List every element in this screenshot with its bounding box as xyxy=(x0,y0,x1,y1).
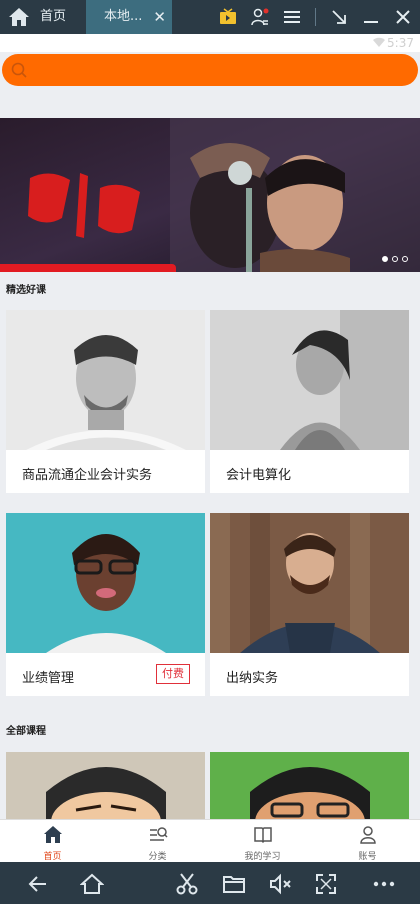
tab-label: 首页 xyxy=(43,852,62,862)
search-icon xyxy=(11,62,27,78)
tv-icon[interactable] xyxy=(219,8,237,26)
status-bar: 5:37 xyxy=(0,34,420,52)
search-bar[interactable] xyxy=(2,54,418,86)
shrink-icon[interactable] xyxy=(330,8,348,26)
fullscreen-icon[interactable] xyxy=(314,872,338,896)
emulator-tab-home[interactable]: 首页 xyxy=(40,0,66,34)
paid-badge: 付费 xyxy=(156,664,190,684)
emulator-tab-label: 本地... xyxy=(104,9,143,24)
course-thumbnail xyxy=(210,310,409,450)
wifi-icon xyxy=(373,37,385,47)
folder-icon[interactable] xyxy=(222,872,246,896)
back-icon[interactable] xyxy=(26,872,50,896)
course-card[interactable]: 业绩管理 付费 xyxy=(6,513,205,696)
course-card[interactable]: 出纳实务 xyxy=(210,513,409,696)
emulator-tab-local[interactable]: 本地... ✕ xyxy=(86,0,172,34)
tab-home[interactable]: 首页 xyxy=(0,820,105,862)
menu-icon[interactable] xyxy=(283,8,301,26)
banner-pager xyxy=(382,256,408,262)
home-icon xyxy=(43,826,62,843)
toolbar-divider xyxy=(315,8,316,26)
course-title: 出纳实务 xyxy=(226,671,279,686)
course-card[interactable]: 商品流通企业会计实务 xyxy=(6,310,205,493)
pager-dot[interactable] xyxy=(402,256,408,262)
course-thumbnail xyxy=(6,752,205,852)
bottom-tab-bar: 首页 分类 我的学习 账号 xyxy=(0,819,420,862)
category-icon xyxy=(149,827,168,841)
tab-account[interactable]: 账号 xyxy=(315,820,420,862)
section-title-featured: 精选好课 xyxy=(6,285,46,296)
promo-banner[interactable] xyxy=(0,118,420,272)
tab-label: 分类 xyxy=(148,852,167,862)
emulator-nav-bar xyxy=(0,862,420,904)
course-card[interactable] xyxy=(210,752,409,852)
close-window-icon[interactable] xyxy=(394,8,412,26)
banner-caption-ribbon xyxy=(0,264,176,272)
phone-screen: 5:37 精选好课 商品流通企业会计实务 会计电算化 业绩管理 付费 出纳实务 … xyxy=(0,34,420,862)
tab-category[interactable]: 分类 xyxy=(105,820,210,862)
course-title: 商品流通企业会计实务 xyxy=(22,468,153,483)
course-thumbnail xyxy=(210,513,409,653)
course-card[interactable] xyxy=(6,752,205,852)
close-icon[interactable]: ✕ xyxy=(153,0,166,34)
pager-dot[interactable] xyxy=(392,256,398,262)
book-icon xyxy=(253,827,272,844)
user-settings-icon[interactable] xyxy=(251,8,269,26)
banner-image xyxy=(0,118,420,272)
tab-my-learning[interactable]: 我的学习 xyxy=(210,820,315,862)
more-icon[interactable] xyxy=(372,872,396,896)
minimize-icon[interactable] xyxy=(362,8,380,26)
pager-dot[interactable] xyxy=(382,256,388,262)
tab-label: 账号 xyxy=(358,852,377,862)
home-nav-icon[interactable] xyxy=(80,872,104,896)
emulator-title-bar: 首页 本地... ✕ xyxy=(0,0,420,34)
person-icon xyxy=(359,826,376,844)
course-title: 业绩管理 xyxy=(22,671,75,686)
course-thumbnail xyxy=(6,513,205,653)
home-icon[interactable] xyxy=(8,6,30,28)
course-thumbnail xyxy=(6,310,205,450)
status-time: 5:37 xyxy=(387,36,414,50)
course-title: 会计电算化 xyxy=(226,468,292,483)
section-title-all: 全部课程 xyxy=(6,726,46,737)
scissors-icon[interactable] xyxy=(175,872,199,896)
mute-icon[interactable] xyxy=(268,872,292,896)
tab-label: 我的学习 xyxy=(244,852,281,862)
course-card[interactable]: 会计电算化 xyxy=(210,310,409,493)
course-thumbnail xyxy=(210,752,409,852)
